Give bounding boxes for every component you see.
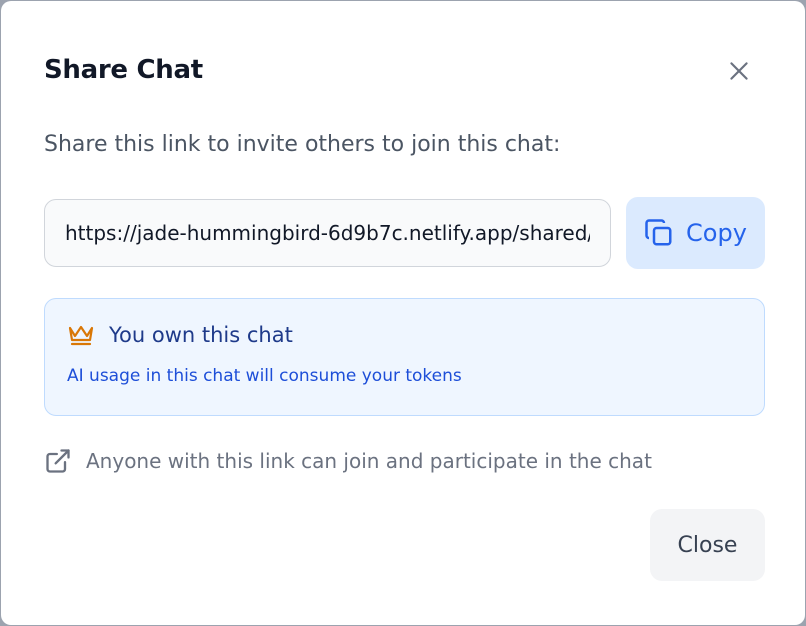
dialog-title: Share Chat xyxy=(44,55,203,85)
close-icon xyxy=(730,62,748,80)
share-instruction: Share this link to invite others to join… xyxy=(44,132,561,157)
share-note: Anyone with this link can join and parti… xyxy=(44,447,652,475)
external-link-icon xyxy=(46,449,70,473)
share-chat-dialog: Share Chat Share this link to invite oth… xyxy=(1,1,805,625)
close-dialog-button[interactable] xyxy=(721,53,757,89)
crown-icon xyxy=(68,325,94,346)
owner-title-row: You own this chat xyxy=(67,323,293,347)
copy-icon xyxy=(645,219,672,246)
copy-button[interactable]: Copy xyxy=(626,197,765,269)
share-link-input[interactable] xyxy=(44,199,611,267)
share-note-text: Anyone with this link can join and parti… xyxy=(86,449,652,473)
owner-title: You own this chat xyxy=(109,323,293,347)
copy-button-label: Copy xyxy=(686,219,747,247)
close-button[interactable]: Close xyxy=(650,509,765,581)
owner-info-box: You own this chat AI usage in this chat … xyxy=(44,298,765,416)
owner-subtitle: AI usage in this chat will consume your … xyxy=(67,366,462,386)
